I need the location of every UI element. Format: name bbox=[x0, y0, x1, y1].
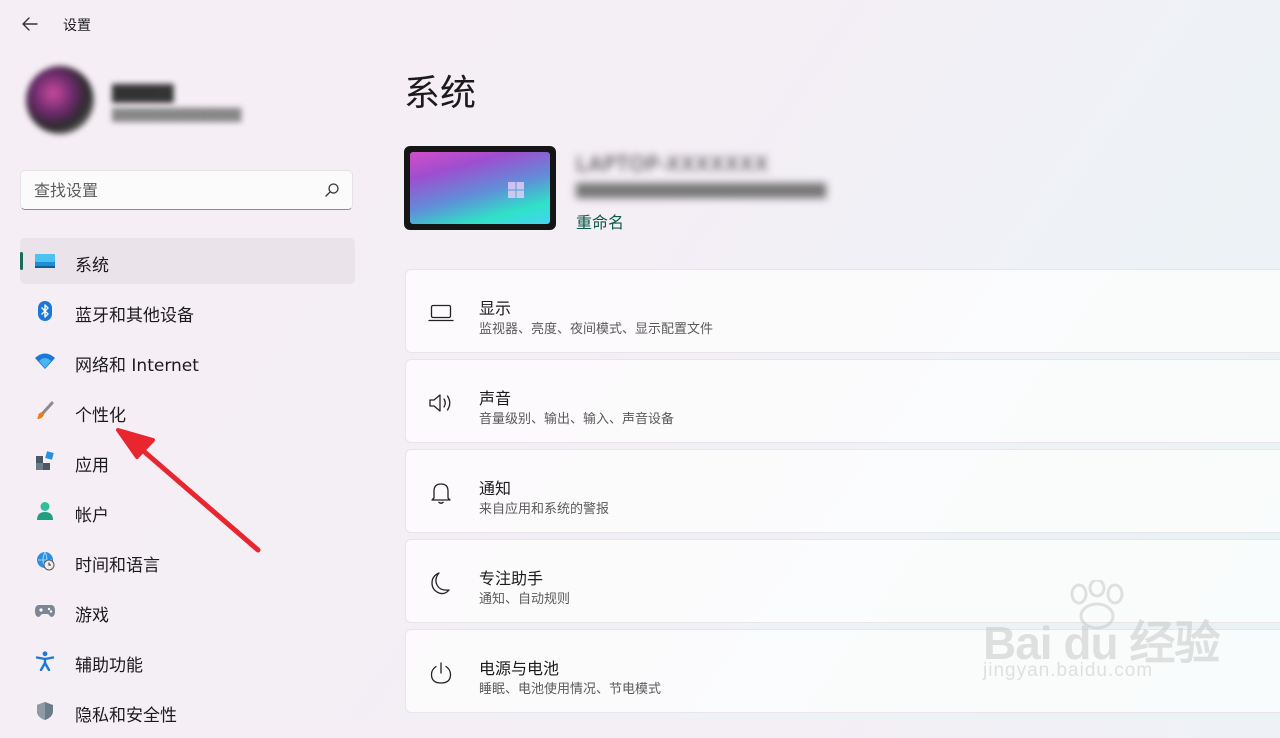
device-model: █████████████████████████ bbox=[576, 184, 826, 199]
device-thumbnail bbox=[404, 146, 556, 230]
sidebar-nav: 系统 蓝牙和其他设备 网络和 Internet 个性化 应用 帐户 时间和语言 … bbox=[20, 238, 355, 738]
sidebar-item-personalization[interactable]: 个性化 bbox=[20, 388, 355, 434]
sidebar-item-bluetooth[interactable]: 蓝牙和其他设备 bbox=[20, 288, 355, 334]
back-button[interactable] bbox=[16, 10, 44, 38]
sidebar-item-apps[interactable]: 应用 bbox=[20, 438, 355, 484]
wifi-icon bbox=[34, 351, 56, 371]
paintbrush-icon bbox=[34, 401, 56, 421]
card-display[interactable]: 显示 监视器、亮度、夜间模式、显示配置文件 bbox=[405, 269, 1280, 353]
gamepad-icon bbox=[34, 601, 56, 621]
rename-link[interactable]: 重命名 bbox=[576, 209, 624, 233]
sidebar-item-label: 游戏 bbox=[75, 606, 109, 626]
moon-icon bbox=[428, 571, 454, 595]
card-subtitle: 监视器、亮度、夜间模式、显示配置文件 bbox=[479, 322, 714, 337]
power-icon bbox=[428, 661, 454, 685]
sidebar-item-network[interactable]: 网络和 Internet bbox=[20, 338, 355, 384]
search-box bbox=[20, 170, 353, 210]
search-input[interactable] bbox=[21, 171, 337, 209]
card-subtitle: 音量级别、输出、输入、声音设备 bbox=[479, 412, 675, 427]
laptop-icon bbox=[428, 301, 454, 325]
sidebar-item-gaming[interactable]: 游戏 bbox=[20, 588, 355, 634]
sidebar-item-label: 隐私和安全性 bbox=[75, 706, 177, 726]
sidebar-item-privacy[interactable]: 隐私和安全性 bbox=[20, 688, 355, 734]
globe-clock-icon bbox=[34, 551, 56, 571]
apps-icon bbox=[34, 451, 56, 471]
back-arrow-icon bbox=[22, 17, 38, 31]
monitor-icon bbox=[34, 251, 56, 271]
sidebar-item-accessibility[interactable]: 辅助功能 bbox=[20, 638, 355, 684]
card-subtitle: 通知、自动规则 bbox=[479, 592, 571, 607]
bluetooth-icon bbox=[34, 301, 56, 321]
title-bar: 设置 bbox=[0, 0, 380, 48]
user-profile[interactable]: █████ ██████████████ bbox=[24, 66, 354, 140]
card-subtitle: 睡眠、电池使用情况、节电模式 bbox=[479, 682, 662, 697]
card-title: 通知 bbox=[479, 479, 512, 498]
sidebar-item-label: 辅助功能 bbox=[75, 656, 143, 676]
card-title: 电源与电池 bbox=[479, 659, 560, 678]
watermark-url: jingyan.baidu.com bbox=[983, 660, 1154, 681]
accessibility-icon bbox=[34, 651, 56, 671]
sidebar-item-label: 帐户 bbox=[75, 506, 109, 526]
card-title: 专注助手 bbox=[479, 569, 544, 588]
speaker-icon bbox=[428, 391, 454, 415]
sidebar-item-label: 蓝牙和其他设备 bbox=[75, 306, 194, 326]
profile-name: █████ bbox=[112, 84, 174, 103]
sidebar-item-system[interactable]: 系统 bbox=[20, 238, 355, 284]
card-subtitle: 来自应用和系统的警报 bbox=[479, 502, 610, 517]
windows-logo-icon bbox=[508, 182, 524, 198]
card-notifications[interactable]: 通知 来自应用和系统的警报 bbox=[405, 449, 1280, 533]
sidebar-item-time-language[interactable]: 时间和语言 bbox=[20, 538, 355, 584]
watermark: Bai du 经验 jingyan.baidu.com bbox=[975, 580, 1225, 690]
device-name: LAPTOP-XXXXXXX bbox=[576, 152, 770, 176]
search-icon[interactable] bbox=[324, 182, 340, 198]
page-title: 系统 bbox=[404, 73, 477, 114]
profile-email: ██████████████ bbox=[112, 108, 242, 122]
app-title: 设置 bbox=[63, 18, 91, 34]
sidebar-item-label: 个性化 bbox=[75, 406, 126, 426]
card-title: 显示 bbox=[479, 299, 512, 318]
avatar bbox=[26, 66, 94, 134]
sidebar-item-accounts[interactable]: 帐户 bbox=[20, 488, 355, 534]
device-wallpaper bbox=[410, 152, 550, 224]
shield-icon bbox=[34, 701, 56, 721]
bell-icon bbox=[428, 481, 454, 505]
sidebar-item-label: 系统 bbox=[75, 256, 109, 276]
card-title: 声音 bbox=[479, 389, 512, 408]
person-icon bbox=[34, 501, 56, 521]
sidebar-item-label: 时间和语言 bbox=[75, 556, 160, 576]
sidebar-item-label: 网络和 Internet bbox=[75, 356, 199, 376]
sidebar-item-label: 应用 bbox=[75, 456, 109, 476]
card-sound[interactable]: 声音 音量级别、输出、输入、声音设备 bbox=[405, 359, 1280, 443]
